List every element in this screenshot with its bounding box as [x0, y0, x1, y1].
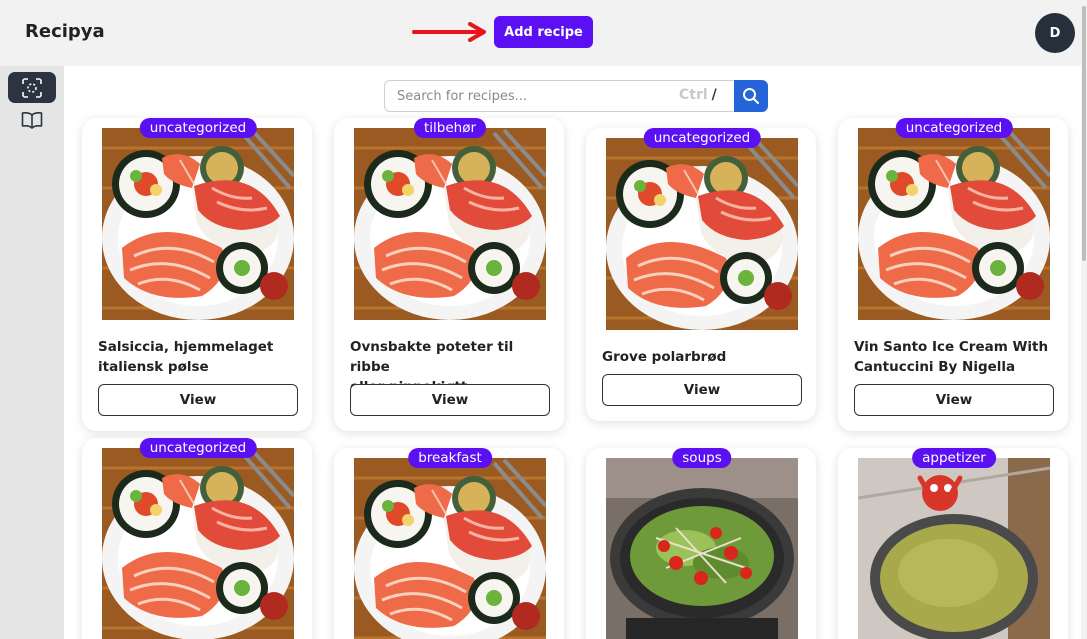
recipe-card: soups: [586, 448, 816, 639]
category-badge: soups: [672, 448, 732, 468]
recipe-title[interactable]: Grove polarbrød: [602, 347, 802, 367]
sidebar-item-cookbooks[interactable]: [8, 104, 56, 135]
recipe-image-sushi[interactable]: [606, 138, 798, 330]
view-recipe-button[interactable]: View: [854, 384, 1054, 416]
shortcut-slash: /: [711, 87, 717, 103]
shortcut-ctrl: Ctrl: [679, 87, 708, 103]
search-bar: Ctrl/: [384, 80, 768, 112]
scrollbar-thumb[interactable]: [1082, 6, 1086, 261]
book-open-icon: [21, 111, 43, 129]
recipe-image-sushi[interactable]: [858, 128, 1050, 320]
recipe-image-sushi[interactable]: [354, 128, 546, 320]
recipe-image-soup-bowl[interactable]: [858, 458, 1050, 639]
recipe-title-line: Ovnsbakte poteter til ribbe: [350, 339, 514, 375]
recipe-card: uncategorized Vin Santo Ice Cream With Ca…: [838, 118, 1068, 431]
avatar[interactable]: D: [1035, 13, 1075, 53]
main-content: Ctrl/ uncategorized Salsiccia, hjemmelag…: [64, 66, 1087, 639]
recipe-title-line: Cantuccini By Nigella: [854, 359, 1016, 375]
scan-icon: [22, 77, 42, 98]
view-recipe-button[interactable]: View: [98, 384, 298, 416]
recipe-card: breakfast: [334, 448, 564, 639]
category-badge: appetizer: [912, 448, 996, 468]
category-badge: breakfast: [408, 448, 492, 468]
search-button[interactable]: [734, 80, 768, 112]
avatar-initial: D: [1049, 25, 1061, 41]
recipe-title-line: Vin Santo Ice Cream With: [854, 339, 1049, 355]
sidebar: [0, 66, 64, 639]
category-badge: tilbehør: [413, 118, 487, 138]
recipe-image-sushi[interactable]: [102, 128, 294, 320]
recipe-title-line: Grove polarbrød: [602, 349, 727, 365]
recipe-card: appetizer: [838, 448, 1068, 639]
view-recipe-button[interactable]: View: [350, 384, 550, 416]
arrow-annotation-icon: [412, 22, 486, 42]
category-badge: uncategorized: [139, 438, 257, 458]
recipe-image-salad-pot[interactable]: [606, 458, 798, 639]
view-recipe-button[interactable]: View: [602, 374, 802, 406]
recipe-title[interactable]: Salsiccia, hjemmelaget italiensk pølse: [98, 337, 298, 377]
recipe-title-line: Salsiccia, hjemmelaget: [98, 339, 274, 355]
top-bar: Recipya Add recipe D: [0, 0, 1087, 66]
recipe-card: uncategorized Salsiccia, hjemmelaget ital…: [82, 118, 312, 431]
category-badge: uncategorized: [139, 118, 257, 138]
recipe-image-sushi[interactable]: [354, 458, 546, 639]
recipe-card: uncategorized: [82, 438, 312, 639]
recipe-card: tilbehør Ovnsbakte poteter til ribbeelle…: [334, 118, 564, 431]
search-icon: [743, 88, 759, 104]
app-logo[interactable]: Recipya: [25, 21, 105, 42]
recipe-title[interactable]: Vin Santo Ice Cream With Cantuccini By Ni…: [854, 337, 1054, 377]
recipe-title-line: italiensk pølse: [98, 359, 209, 375]
recipe-image-sushi[interactable]: [102, 448, 294, 639]
sidebar-item-scan[interactable]: [8, 72, 56, 103]
category-badge: uncategorized: [895, 118, 1013, 138]
recipe-card: uncategorized Grove polarbrød View: [586, 128, 816, 421]
category-badge: uncategorized: [643, 128, 761, 148]
keyboard-shortcut-hint: Ctrl /: [679, 87, 717, 103]
add-recipe-button[interactable]: Add recipe: [494, 16, 593, 48]
